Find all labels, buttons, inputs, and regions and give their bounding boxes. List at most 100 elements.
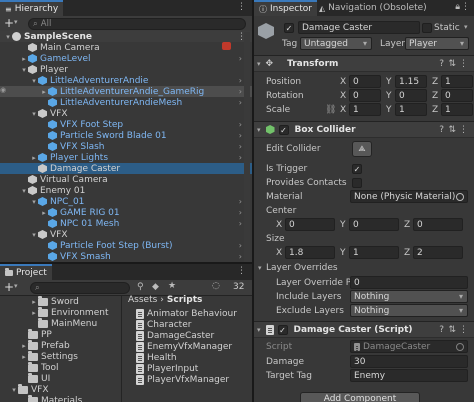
axis-label-x[interactable]: X xyxy=(340,77,346,87)
axis-label-z[interactable]: Z xyxy=(432,105,438,115)
tab-project[interactable]: Project xyxy=(0,264,52,280)
axis-label-x[interactable]: X xyxy=(340,91,346,101)
filter-by-label-icon[interactable]: ◆ xyxy=(152,282,159,292)
material-field[interactable]: None (Physic Material) xyxy=(350,190,468,203)
object-name-field[interactable]: Damage Caster xyxy=(298,21,420,34)
preset-icon[interactable]: ⇅ xyxy=(448,59,456,69)
hierarchy-item[interactable]: LittleAdventurerAndieMesh › xyxy=(0,97,252,108)
prefab-open-chevron-icon[interactable]: › xyxy=(239,142,242,151)
hidden-packages-icon[interactable]: ◌ xyxy=(212,281,220,291)
more-options-icon[interactable]: ⋮ xyxy=(237,266,246,276)
expand-arrow-icon[interactable]: ▸ xyxy=(30,154,38,162)
transform-row-label[interactable]: Rotation xyxy=(266,91,304,101)
vector-field-y[interactable]: 1 xyxy=(395,103,427,116)
transform-row-label[interactable]: Position xyxy=(266,77,301,87)
help-icon[interactable]: ? xyxy=(439,325,444,335)
script-asset-item[interactable]: PlayerVfxManager xyxy=(136,374,250,385)
hierarchy-item[interactable]: ▾ NPC_01 › xyxy=(0,196,252,207)
folder-item[interactable]: ▸ Environment xyxy=(0,306,121,318)
is-trigger-checkbox[interactable]: ✓ xyxy=(352,164,362,174)
hierarchy-item[interactable]: VFX Smash › xyxy=(0,251,252,262)
prefab-open-chevron-icon[interactable]: › xyxy=(239,120,242,129)
prefab-open-chevron-icon[interactable]: › xyxy=(239,252,242,261)
script-asset-item[interactable]: EnemyVfxManager xyxy=(136,341,250,352)
vector-field-x[interactable]: 0 xyxy=(349,89,381,102)
expand-arrow-icon[interactable]: ▸ xyxy=(40,209,48,217)
edit-collider-button[interactable]: ⟁ xyxy=(352,141,372,157)
folder-item[interactable]: ▸ Prefab xyxy=(0,339,121,351)
axis-label-y[interactable]: Y xyxy=(340,220,346,230)
collapse-arrow-icon[interactable]: ▾ xyxy=(257,326,261,334)
axis-label-x[interactable]: X xyxy=(276,248,282,258)
folder-item[interactable]: Tool xyxy=(0,361,121,373)
collapse-arrow-icon[interactable]: ▾ xyxy=(258,264,262,272)
folder-item[interactable]: Materials xyxy=(0,394,121,402)
hierarchy-item[interactable]: VFX Slash › xyxy=(0,141,252,152)
eye-icon[interactable]: ◉ xyxy=(0,86,6,94)
vector-field-y[interactable]: 1.15 xyxy=(395,75,427,88)
lock-icon[interactable]: 🔒︎ xyxy=(455,2,460,12)
script-asset-item[interactable]: Animator Behaviour xyxy=(136,308,250,319)
expand-arrow-icon[interactable]: ▾ xyxy=(4,33,12,41)
include-layers-dropdown[interactable]: Nothing xyxy=(350,290,468,303)
dropdown-arrow-icon[interactable]: ▾ xyxy=(14,282,18,290)
prefab-open-chevron-icon[interactable]: › xyxy=(239,98,242,107)
hierarchy-item[interactable]: ▸ GameLevel › xyxy=(0,53,252,64)
script-asset-item[interactable]: Character xyxy=(136,319,250,330)
hierarchy-item[interactable]: ▸ GAME RIG 01 › xyxy=(0,207,252,218)
box-collider-header[interactable]: ▾ ✓ Box Collider ? ⇅ ⋮ xyxy=(254,121,474,138)
target-tag-field[interactable]: Enemy xyxy=(350,369,468,382)
prefab-open-chevron-icon[interactable]: › xyxy=(239,208,242,217)
expand-arrow-icon[interactable]: ▸ xyxy=(30,309,38,317)
hierarchy-item[interactable]: NPC 01 Mesh › xyxy=(0,218,252,229)
hierarchy-item[interactable]: ▸ LittleAdventurerAndie_GameRig › xyxy=(0,86,252,97)
expand-arrow-icon[interactable]: ▾ xyxy=(30,77,38,85)
more-options-icon[interactable]: ⋮ xyxy=(461,2,470,12)
hierarchy-item[interactable]: ▾ LittleAdventurerAndie › xyxy=(0,75,252,86)
axis-label-x[interactable]: X xyxy=(276,220,282,230)
expand-arrow-icon[interactable]: ▾ xyxy=(20,187,28,195)
prefab-open-chevron-icon[interactable]: › xyxy=(239,153,242,162)
prefab-open-chevron-icon[interactable]: › xyxy=(239,197,242,206)
damage-caster-header[interactable]: ▾ ✓ Damage Caster (Script) ? ⇅ ⋮ xyxy=(254,321,474,338)
more-options-icon[interactable]: ⋮ xyxy=(237,2,246,12)
prefab-open-chevron-icon[interactable]: › xyxy=(239,131,242,140)
provides-contacts-checkbox[interactable] xyxy=(352,178,362,188)
tab-inspector[interactable]: ⓘ Inspector xyxy=(254,0,317,16)
more-options-icon[interactable]: ⋮ xyxy=(459,125,468,135)
prefab-open-chevron-icon[interactable]: › xyxy=(239,241,242,250)
breadcrumb-assets[interactable]: Assets xyxy=(128,295,157,305)
filter-by-type-icon[interactable]: ⚲ xyxy=(137,282,144,292)
link-scale-icon[interactable]: ⛓︎ xyxy=(325,105,336,115)
folder-item[interactable]: PP xyxy=(0,328,121,340)
collapse-arrow-icon[interactable]: ▾ xyxy=(257,60,261,68)
axis-label-z[interactable]: Z xyxy=(432,77,438,87)
hierarchy-scrollbar[interactable] xyxy=(244,32,250,262)
vector-field-x[interactable]: 1 xyxy=(349,103,381,116)
vector-field-z[interactable]: 2 xyxy=(413,246,463,259)
expand-arrow-icon[interactable]: ▸ xyxy=(20,353,28,361)
script-asset-item[interactable]: PlayerInput xyxy=(136,363,250,374)
vector-field-y[interactable]: 1 xyxy=(349,246,399,259)
script-asset-item[interactable]: Health xyxy=(136,352,250,363)
expand-arrow-icon[interactable]: ▸ xyxy=(20,55,28,63)
expand-arrow-icon[interactable]: ▸ xyxy=(30,298,38,306)
exclude-layers-dropdown[interactable]: Nothing xyxy=(350,304,468,317)
transform-row-label[interactable]: Scale xyxy=(266,105,290,115)
prefab-open-chevron-icon[interactable]: › xyxy=(239,76,242,85)
more-options-icon[interactable]: ⋮ xyxy=(459,59,468,69)
hierarchy-item[interactable]: ▸ Player Lights › xyxy=(0,152,252,163)
layer-override-priority-field[interactable]: 0 xyxy=(350,276,468,289)
hierarchy-item[interactable]: Virtual Camera xyxy=(0,174,252,185)
axis-label-z[interactable]: Z xyxy=(432,91,438,101)
vector-field-z[interactable]: 1 xyxy=(441,103,473,116)
hierarchy-item[interactable]: ▾ Player xyxy=(0,64,252,75)
add-icon[interactable]: + xyxy=(4,16,14,30)
vector-field-x[interactable]: 1.8 xyxy=(285,246,335,259)
expand-arrow-icon[interactable]: ▾ xyxy=(30,198,38,206)
preset-icon[interactable]: ⇅ xyxy=(448,325,456,335)
expand-arrow-icon[interactable]: ▾ xyxy=(30,231,38,239)
folder-item[interactable]: MainMenu xyxy=(0,317,121,329)
help-icon[interactable]: ? xyxy=(439,59,444,69)
vector-field-y[interactable]: 0 xyxy=(349,218,399,231)
